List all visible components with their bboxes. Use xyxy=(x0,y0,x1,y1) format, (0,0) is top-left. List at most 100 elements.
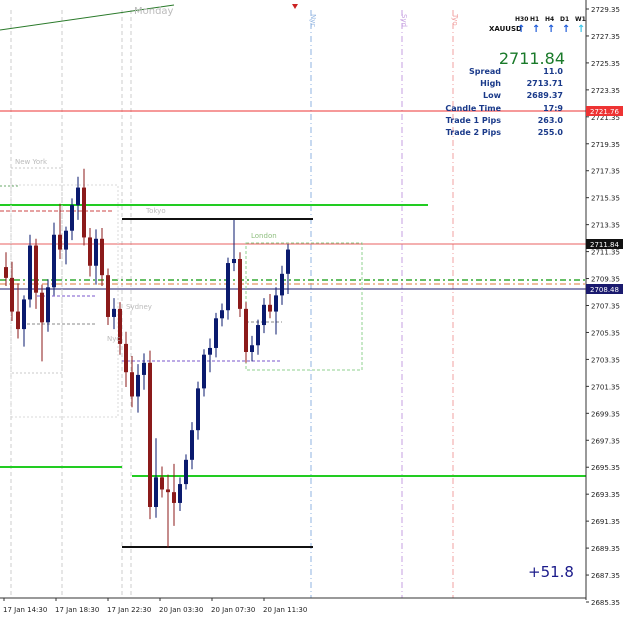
y-tick-label: 2691.35 xyxy=(591,518,620,526)
trend-up-arrow-icon: ↑ xyxy=(577,24,586,35)
stats-value: 17:9 xyxy=(543,103,563,113)
timeframe-label: H1 xyxy=(530,16,540,23)
y-tick-label: 2729.35 xyxy=(591,6,620,14)
candle-body xyxy=(34,245,38,293)
x-tick-label: 20 Jan 07:30 xyxy=(211,606,255,614)
candle-body xyxy=(190,430,194,460)
candle-body xyxy=(28,245,32,300)
candle-body xyxy=(256,325,260,346)
candle-body xyxy=(166,489,170,493)
marker-triangle xyxy=(292,4,298,9)
candle-body xyxy=(142,362,146,375)
y-tick-label: 2725.35 xyxy=(591,60,620,68)
candle-body xyxy=(16,311,20,330)
candle-body xyxy=(106,275,110,317)
stats-label: Candle Time xyxy=(445,103,501,113)
candle-body xyxy=(148,362,152,507)
stats-value: 11.0 xyxy=(543,67,563,76)
y-tick-label: 2705.35 xyxy=(591,329,620,337)
candle-body xyxy=(40,292,44,323)
y-tick-label: 2707.35 xyxy=(591,303,620,311)
candle-body xyxy=(220,310,224,319)
y-tick-label: 2709.35 xyxy=(591,276,620,284)
candle-body xyxy=(184,459,188,485)
current-price-display: 2711.84 xyxy=(498,49,565,68)
vline-label-tyo: Tyo xyxy=(451,14,459,26)
candle-body xyxy=(280,273,284,296)
price-tag-navy: 2708.48 xyxy=(590,286,619,294)
candle-body xyxy=(274,295,278,312)
y-tick-label: 2701.35 xyxy=(591,383,620,391)
stats-row: Candle Time 17:9 xyxy=(445,103,563,115)
candle-body xyxy=(208,347,212,355)
candle-body xyxy=(10,277,14,312)
x-tick-label: 20 Jan 03:30 xyxy=(159,606,203,614)
candle-body xyxy=(46,287,50,323)
x-tick-label: 17 Jan 22:30 xyxy=(107,606,151,614)
candle-body xyxy=(112,308,116,317)
stats-value: 2689.37 xyxy=(526,91,563,101)
candle-body xyxy=(268,304,272,312)
y-tick-label: 2685.35 xyxy=(591,599,620,607)
session-label-london: London xyxy=(251,232,277,240)
y-tick-label: 2723.35 xyxy=(591,87,620,95)
stats-row: Low 2689.37 xyxy=(470,91,563,102)
session-box-asia xyxy=(10,184,119,418)
candle-body xyxy=(94,238,98,266)
price-tag-current: 2711.84 xyxy=(590,241,619,249)
y-tick-label: 2727.35 xyxy=(591,33,620,41)
profit-display: +51.8 xyxy=(528,563,574,581)
x-tick-label: 17 Jan 14:30 xyxy=(3,606,47,614)
trend-up-arrow-icon: ↑ xyxy=(562,24,571,35)
candle-body xyxy=(178,484,182,503)
candle-body xyxy=(22,299,26,330)
vline-label-nyc: Nyc xyxy=(309,14,317,28)
stats-row: High 2713.71 xyxy=(470,79,563,90)
timeframe-panel: H30 H1 H4 D1 W1 XAUUSD ↑ ↑ ↑ ↑ ↑ xyxy=(485,16,586,40)
candle-body xyxy=(52,234,56,288)
candle-body xyxy=(58,234,62,250)
candle-body xyxy=(238,259,242,309)
candle-body xyxy=(160,477,164,490)
candle-body xyxy=(286,249,290,274)
trend-up-arrow-icon: ↑ xyxy=(532,24,541,35)
candle-body xyxy=(88,237,92,266)
stats-label: Low xyxy=(483,91,501,101)
y-tick-label: 2717.35 xyxy=(591,168,620,176)
stats-label: High xyxy=(480,79,501,89)
y-tick-label: 2699.35 xyxy=(591,410,620,418)
session-label-nyc-small: Nyc xyxy=(107,335,121,343)
y-tick-label: 2703.35 xyxy=(591,356,620,364)
stats-row: Spread 11.0 xyxy=(469,67,563,78)
candle-body xyxy=(202,354,206,389)
session-label-sydney: Sydney xyxy=(126,303,152,311)
timeframe-label: D1 xyxy=(560,16,570,23)
candle-body xyxy=(244,308,248,352)
candle-body xyxy=(136,374,140,397)
candle-body xyxy=(172,492,176,503)
candle-body xyxy=(76,187,80,206)
timeframe-label: W1 xyxy=(575,16,586,23)
stats-value: 255.0 xyxy=(537,128,563,137)
y-tick-label: 2693.35 xyxy=(591,491,620,499)
x-tick-label: 17 Jan 18:30 xyxy=(55,606,99,614)
candle-body xyxy=(250,345,254,352)
candle-body xyxy=(196,388,200,431)
stats-row: Trade 2 Pips 255.0 xyxy=(446,128,563,139)
price-tag-red: 2721.76 xyxy=(590,108,619,116)
candle-body xyxy=(70,205,74,231)
stats-value: 263.0 xyxy=(537,115,563,125)
candle-body xyxy=(226,263,230,311)
y-tick-label: 2715.35 xyxy=(591,195,620,203)
candle-body xyxy=(64,230,68,250)
session-label-new-york: New York xyxy=(15,158,48,166)
candle-body xyxy=(154,477,158,507)
stats-label: Trade 2 Pips xyxy=(445,128,501,137)
y-tick-label: 2697.35 xyxy=(591,437,620,445)
chart-window[interactable]: 2729.35 2727.35 2725.35 2723.35 2721.35 2719.… xyxy=(0,0,625,622)
stats-label: Trade 1 Pips xyxy=(445,115,501,125)
stats-panel: Spread 11.0 High 2713.71 Low 2689.37 Candle Ti… xyxy=(445,67,563,141)
timeframe-label: H4 xyxy=(545,16,555,23)
candle-body xyxy=(4,267,8,278)
trend-up-arrow-icon: ↑ xyxy=(547,24,556,35)
